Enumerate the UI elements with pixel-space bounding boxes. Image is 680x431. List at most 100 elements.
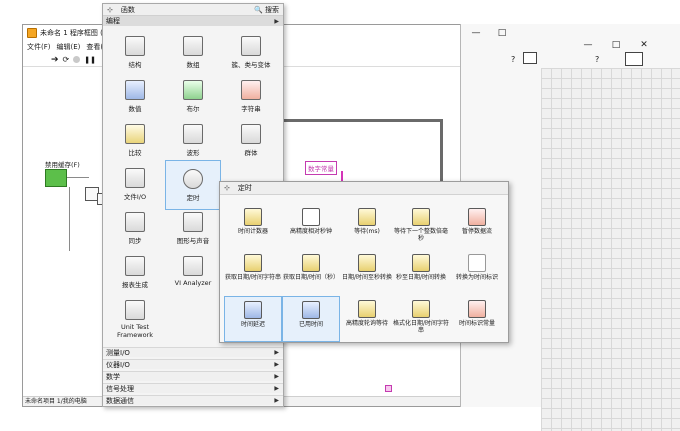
numeric-constant[interactable]: 数字常量 [305, 161, 337, 175]
file-open-node[interactable] [45, 169, 67, 187]
palette-item-structure[interactable]: 结构 [107, 28, 163, 78]
vi-icon[interactable] [625, 52, 643, 66]
item-label: 波形 [186, 149, 200, 157]
timing-item-elapsed-time[interactable]: 已用时间 [282, 296, 340, 342]
palette-item-array[interactable]: 数组 [165, 28, 221, 78]
timing-item-wait-ms[interactable]: 等待(ms) [338, 204, 396, 250]
item-label: 比较 [128, 149, 142, 157]
item-label: Unit Test Framework [117, 323, 153, 339]
date-time-string-icon [244, 254, 262, 272]
timing-item-seconds-to-date[interactable]: 秒至日期/时间转换 [392, 250, 450, 296]
item-label: 等待(ms) [354, 228, 380, 235]
string-icon [241, 80, 261, 100]
window-controls: — □ [469, 28, 509, 38]
palette-item-boolean[interactable]: 布尔 [165, 72, 221, 122]
palette-item-sync[interactable]: 同步 [107, 204, 163, 254]
category-instrument-io[interactable]: 仪器I/O ▶ [103, 359, 283, 369]
category-data-communication[interactable]: 数据通信 ▶ [103, 395, 283, 405]
collection-icon [241, 124, 261, 144]
comparison-icon [125, 124, 145, 144]
menu-edit[interactable]: 编辑(E) [57, 42, 81, 52]
minimize-icon[interactable]: — [469, 28, 483, 38]
tick-count-icon [244, 208, 262, 226]
run-arrow-icon[interactable]: ➔ [51, 55, 59, 65]
search-button[interactable]: 搜索 [265, 5, 279, 15]
item-label: VI Analyzer [174, 279, 212, 287]
graphics-sound-icon [183, 212, 203, 232]
timing-item-timestamp-constant[interactable]: 时间标识常量 [448, 296, 506, 342]
item-label: 报表生成 [122, 281, 148, 289]
category-label: 测量I/O [106, 348, 130, 357]
maximize-icon[interactable]: □ [495, 28, 509, 38]
palette-item-waveform[interactable]: 波形 [165, 116, 221, 166]
chevron-right-icon: ▶ [274, 361, 279, 368]
timing-item-wait-multiple[interactable]: 等待下一个整数倍毫秒 [392, 204, 450, 252]
item-label: 簇、类与变体 [231, 61, 271, 69]
wire [67, 177, 89, 178]
vi-analyzer-icon [183, 256, 203, 276]
palette-item-numeric[interactable]: 数值 [107, 72, 163, 122]
pink-terminal[interactable] [385, 385, 392, 392]
window-title: 未命名 1 程序框图 (未 [40, 29, 110, 37]
pin-icon[interactable]: ⊹ [224, 184, 230, 192]
palette-item-comparison[interactable]: 比较 [107, 116, 163, 166]
category-measurement-io[interactable]: 测量I/O ▶ [103, 347, 283, 357]
timing-subpalette: ⊹ 定时 时间计数器 高精度相对秒钟 等待(ms) 等待下一个整数倍毫秒 暂停数… [219, 181, 509, 343]
timing-item-tick-count[interactable]: 时间计数器 [224, 204, 282, 250]
numeric-icon [125, 80, 145, 100]
timing-item-date-to-seconds[interactable]: 日期/时间至秒转换 [338, 250, 396, 296]
palette-item-cluster[interactable]: 簇、类与变体 [223, 28, 279, 78]
item-label: 暂停数据流 [461, 228, 492, 235]
palette-item-vi-analyzer[interactable]: VI Analyzer [165, 248, 221, 298]
palette-item-report[interactable]: 报表生成 [107, 248, 163, 298]
minimize-icon[interactable]: — [581, 40, 595, 50]
item-label: 秒至日期/时间转换 [395, 274, 447, 281]
palette-item-file-io[interactable]: 文件I/O [107, 160, 163, 210]
report-icon [125, 256, 145, 276]
chevron-right-icon: ▶ [274, 385, 279, 392]
format-date-time-icon [412, 300, 430, 318]
close-icon[interactable]: ✕ [637, 40, 651, 50]
palette-title: 函数 [120, 5, 135, 14]
timing-item-pause-dataflow[interactable]: 暂停数据流 [448, 204, 506, 250]
pin-icon[interactable]: ⊹ [107, 6, 113, 14]
item-label: 群体 [244, 149, 258, 157]
help-icon[interactable]: ? [511, 55, 515, 64]
help-icon[interactable]: ? [595, 55, 599, 64]
item-label: 数值 [128, 105, 142, 113]
category-programming[interactable]: 编程 ▶ [103, 16, 283, 26]
timing-item-high-res-seconds[interactable]: 高精度相对秒钟 [282, 204, 340, 250]
date-to-seconds-icon [358, 254, 376, 272]
timing-item-date-time-string[interactable]: 获取日期/时间字符串 [224, 250, 282, 296]
category-math[interactable]: 数学 ▶ [103, 371, 283, 381]
category-signal-processing[interactable]: 信号处理 ▶ [103, 383, 283, 393]
front-panel-grid[interactable] [541, 68, 680, 431]
run-continuous-icon[interactable]: ⟳ [63, 55, 70, 64]
item-label: 同步 [128, 237, 142, 245]
loop-border-top [279, 119, 443, 122]
timing-item-date-time-seconds[interactable]: 获取日期/时间（秒） [282, 250, 340, 296]
unit-test-icon [125, 300, 145, 320]
palette-item-string[interactable]: 字符串 [223, 72, 279, 122]
palette-item-graphics-sound[interactable]: 图形与声音 [165, 204, 221, 254]
maximize-icon[interactable]: □ [609, 40, 623, 50]
menu-file[interactable]: 文件(F) [27, 42, 51, 52]
cluster-icon [241, 36, 261, 56]
timing-item-high-res-poll-wait[interactable]: 高精度轮询等待 [338, 296, 396, 342]
category-label: 信号处理 [106, 384, 134, 393]
timing-item-to-timestamp[interactable]: 转换为时间标识 [448, 250, 506, 296]
pause-icon[interactable]: ❚❚ [84, 56, 96, 64]
item-label: 图形与声音 [176, 237, 210, 245]
item-label: 时间标识常量 [458, 320, 495, 327]
abort-icon[interactable] [73, 56, 81, 63]
palette-item-collection[interactable]: 群体 [223, 116, 279, 166]
category-label: 数学 [106, 372, 120, 381]
loop-border-right [440, 119, 443, 189]
timing-item-time-delay[interactable]: 时间延迟 [224, 296, 282, 342]
timing-item-format-date-time[interactable]: 格式化日期/时间字符串 [392, 296, 450, 342]
palette-item-unit-test[interactable]: Unit Test Framework [107, 292, 163, 354]
item-label: 高精度相对秒钟 [289, 228, 332, 235]
vi-icon[interactable] [523, 52, 537, 64]
search-icon[interactable]: 🔍 [254, 6, 263, 14]
palette-item-timing[interactable]: 定时 [165, 160, 221, 210]
